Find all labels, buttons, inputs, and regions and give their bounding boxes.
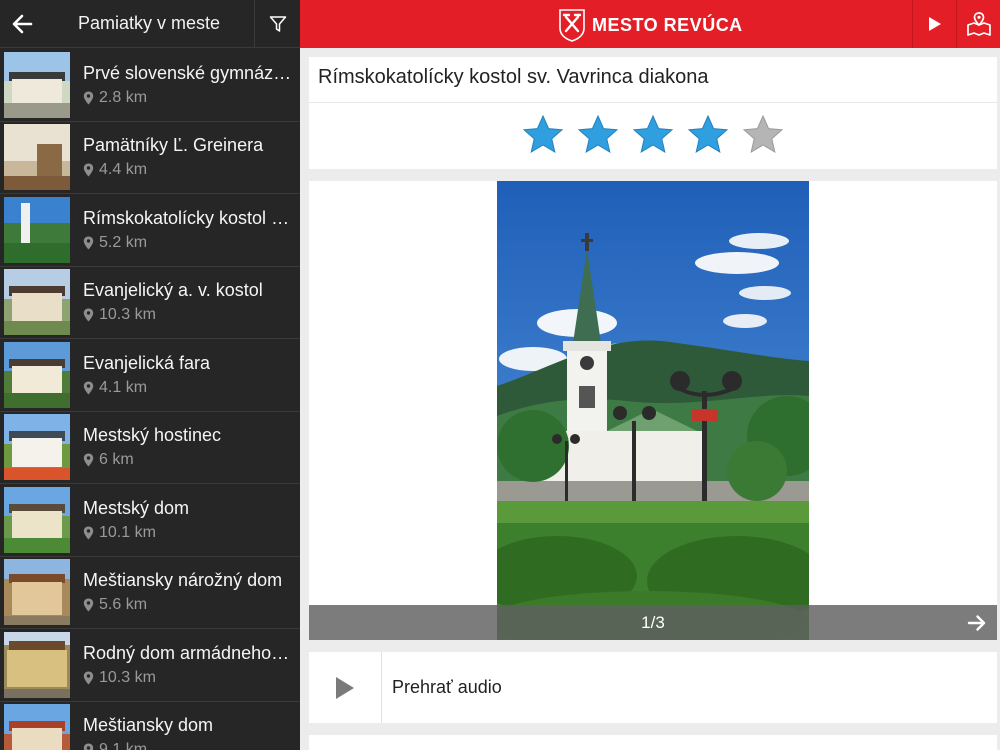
star-rating[interactable]	[521, 113, 796, 157]
item-name: Rímskokatolícky kostol sv. Vavrinca diak…	[83, 207, 293, 228]
map-icon	[966, 12, 991, 36]
thumbnail	[4, 414, 70, 481]
location-pin-icon	[83, 743, 94, 750]
list-item[interactable]: Rodný dom armádneho generála 10.3 km	[0, 629, 300, 702]
thumbnail	[4, 269, 70, 336]
item-name: Pamätníky Ľ. Greinera	[83, 135, 264, 156]
item-distance: 4.4 km	[99, 161, 148, 179]
list-item[interactable]: Mestský hostinec 6 km	[0, 412, 300, 484]
location-pin-icon	[83, 91, 94, 105]
divider	[309, 102, 997, 103]
item-distance: 5.2 km	[99, 233, 148, 251]
arrow-right-icon	[967, 615, 986, 631]
item-name: Rodný dom armádneho generála	[83, 642, 293, 663]
list-item[interactable]: Evanjelická fara 4.1 km	[0, 339, 300, 412]
location-pin-icon	[83, 453, 94, 467]
item-name: Evanjelický a. v. kostol	[83, 280, 263, 301]
play-tour-button[interactable]	[912, 0, 956, 48]
item-distance: 9.1 km	[99, 741, 148, 750]
item-name: Meštiansky nárožný dom	[83, 570, 283, 591]
app-header: MESTO REVÚCA	[300, 0, 1000, 48]
list-item[interactable]: Meštiansky dom 9.1 km	[0, 702, 300, 750]
church-image	[497, 181, 809, 640]
arrow-left-icon	[12, 14, 33, 33]
location-pin-icon	[83, 671, 94, 685]
thumbnail	[4, 704, 70, 750]
city-crest-icon	[559, 9, 585, 42]
item-distance: 6 km	[99, 451, 134, 469]
audio-play-button[interactable]	[309, 652, 382, 723]
location-pin-icon	[83, 526, 94, 540]
list-item[interactable]: Prvé slovenské gymnázium 2.8 km	[0, 49, 300, 122]
thumbnail	[4, 486, 70, 553]
item-name: Meštiansky dom	[83, 715, 214, 736]
next-image-button[interactable]	[963, 609, 991, 637]
gallery-counter: 1/3	[641, 613, 665, 632]
next-card	[309, 735, 997, 750]
list-item[interactable]: Mestský dom 10.1 km	[0, 484, 300, 557]
thumbnail	[4, 341, 70, 408]
brand: MESTO REVÚCA	[558, 8, 743, 42]
thumbnail	[4, 631, 70, 698]
item-distance: 2.8 km	[99, 88, 148, 106]
star-icon[interactable]	[576, 113, 620, 157]
item-name: Evanjelická fara	[83, 352, 211, 373]
audio-label: Prehrať audio	[392, 677, 502, 697]
list-item[interactable]: Pamätníky Ľ. Greinera 4.4 km	[0, 122, 300, 194]
filter-icon	[269, 15, 286, 32]
play-icon	[336, 676, 354, 699]
item-distance: 10.3 km	[99, 306, 156, 324]
star-empty-icon[interactable]	[741, 113, 785, 157]
sidebar: Pamiatky v meste Prvé slovenské gymnáziu…	[0, 0, 300, 750]
location-pin-icon	[83, 236, 94, 250]
gallery-bar: 1/3	[309, 605, 997, 640]
list-item[interactable]: Evanjelický a. v. kostol 10.3 km	[0, 267, 300, 339]
thumbnail	[4, 51, 70, 118]
item-name: Mestský dom	[83, 497, 190, 518]
church-photo[interactable]	[497, 181, 809, 640]
play-icon	[928, 17, 941, 31]
location-pin-icon	[83, 308, 94, 322]
back-button[interactable]	[0, 0, 44, 48]
item-distance: 10.1 km	[99, 523, 156, 541]
location-pin-icon	[83, 381, 94, 395]
location-pin-icon	[83, 163, 94, 177]
sidebar-title: Pamiatky v meste	[77, 13, 221, 33]
item-name: Mestský hostinec	[83, 425, 222, 446]
brand-name: MESTO REVÚCA	[592, 14, 743, 35]
list-item[interactable]: Rímskokatolícky kostol sv. Vavrinca diak…	[0, 194, 300, 267]
star-icon[interactable]	[521, 113, 565, 157]
photo-gallery: 1/3	[309, 181, 997, 640]
location-pin-icon	[83, 598, 94, 612]
star-icon[interactable]	[631, 113, 675, 157]
page-title: Rímskokatolícky kostol sv. Vavrinca diak…	[318, 66, 709, 88]
sidebar-header: Pamiatky v meste	[0, 0, 300, 48]
filter-button[interactable]	[254, 0, 300, 48]
thumbnail	[4, 559, 70, 626]
item-name: Prvé slovenské gymnázium	[83, 62, 293, 83]
map-button[interactable]	[956, 0, 1000, 48]
thumbnail	[4, 124, 70, 191]
audio-card[interactable]: Prehrať audio	[309, 652, 997, 723]
item-distance: 4.1 km	[99, 378, 148, 396]
item-distance: 10.3 km	[99, 668, 156, 686]
star-icon[interactable]	[686, 113, 730, 157]
item-distance: 5.6 km	[99, 596, 148, 614]
landmark-list: Prvé slovenské gymnázium 2.8 km Pamätník…	[0, 49, 300, 750]
list-item[interactable]: Meštiansky nárožný dom 5.6 km	[0, 557, 300, 629]
title-card: Rímskokatolícky kostol sv. Vavrinca diak…	[309, 57, 997, 169]
thumbnail	[4, 196, 70, 263]
